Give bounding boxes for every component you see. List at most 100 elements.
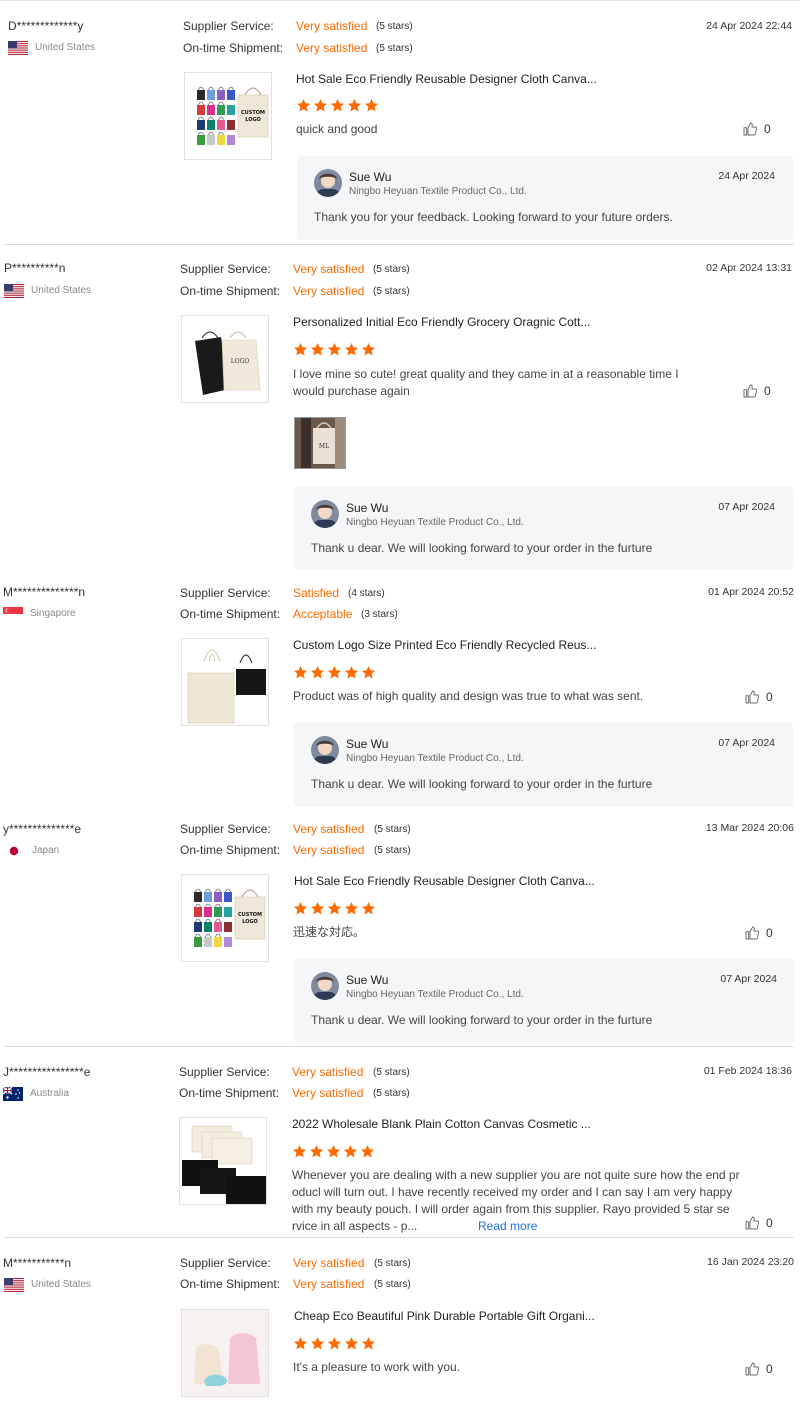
star-icon xyxy=(310,342,325,357)
product-title[interactable]: Custom Logo Size Printed Eco Friendly Re… xyxy=(293,638,596,652)
on-time-shipment-stars: (5 stars) xyxy=(374,845,411,856)
supplier-reply: Sue Wu Ningbo Heyuan Textile Product Co.… xyxy=(294,723,793,807)
thumbs-up-icon xyxy=(742,383,758,399)
star-icon xyxy=(364,98,379,113)
review-card: M***********n United States Supplier Ser… xyxy=(0,1238,800,1403)
star-icon xyxy=(347,98,362,113)
supplier-service-label: Supplier Service: xyxy=(183,19,274,33)
reply-company: Ningbo Heyuan Textile Product Co., Ltd. xyxy=(346,989,524,1000)
star-icon xyxy=(327,665,342,680)
star-icon xyxy=(326,1144,341,1159)
reply-author: Sue Wu xyxy=(349,170,392,184)
product-title[interactable]: Personalized Initial Eco Friendly Grocer… xyxy=(293,315,590,329)
star-icon xyxy=(361,342,376,357)
review-card: y**************e Japan Supplier Service:… xyxy=(0,810,800,1047)
comment-line: would purchase again xyxy=(293,384,410,398)
star-icon xyxy=(344,1336,359,1351)
review-date: 16 Jan 2024 23:20 xyxy=(707,1256,794,1268)
product-thumbnail[interactable] xyxy=(179,1117,267,1205)
star-icon xyxy=(310,901,325,916)
review-comment: I love mine so cute! great quality and t… xyxy=(293,366,713,400)
supplier-reply: Sue Wu Ningbo Heyuan Textile Product Co.… xyxy=(294,487,793,569)
supplier-reply: Sue Wu Ningbo Heyuan Textile Product Co.… xyxy=(294,959,795,1043)
star-icon xyxy=(344,342,359,357)
supplier-service-label: Supplier Service: xyxy=(179,1065,270,1079)
rating-stars xyxy=(293,1336,376,1351)
review-date: 02 Apr 2024 13:31 xyxy=(706,262,792,274)
thumbs-up-icon xyxy=(744,689,760,705)
supplier-service-label: Supplier Service: xyxy=(180,822,271,836)
review-card: J****************e Australia Supplier Se… xyxy=(0,1047,800,1238)
reviewer-country: Japan xyxy=(32,845,60,856)
star-icon xyxy=(361,1336,376,1351)
reviewer-country: Singapore xyxy=(30,608,76,619)
reviewer-country: United States xyxy=(31,285,92,296)
reply-company: Ningbo Heyuan Textile Product Co., Ltd. xyxy=(349,186,527,197)
supplier-service-stars: (5 stars) xyxy=(373,264,410,275)
rating-stars xyxy=(296,98,379,113)
product-thumbnail[interactable] xyxy=(181,638,269,726)
reply-date: 07 Apr 2024 xyxy=(718,737,775,749)
reviewer-country: Australia xyxy=(30,1088,69,1099)
review-photo[interactable] xyxy=(294,417,346,469)
like-button[interactable]: 0 xyxy=(744,1361,773,1377)
rating-stars xyxy=(293,901,376,916)
rating-stars xyxy=(293,665,376,680)
reviewer-name: J****************e xyxy=(3,1065,91,1079)
on-time-shipment-label: On-time Shipment: xyxy=(180,1277,281,1291)
product-thumbnail[interactable] xyxy=(181,1309,269,1397)
star-icon xyxy=(293,342,308,357)
star-icon xyxy=(344,665,359,680)
supplier-service-value: Very satisfied xyxy=(293,1256,365,1270)
reviewer-name: D*************y xyxy=(8,19,84,33)
supplier-service-label: Supplier Service: xyxy=(180,1256,271,1270)
comment-line: oducl will turn out. I have recently rec… xyxy=(292,1185,733,1199)
star-icon xyxy=(343,1144,358,1159)
on-time-shipment-stars: (3 stars) xyxy=(361,609,398,620)
avatar xyxy=(311,500,339,528)
star-icon xyxy=(313,98,328,113)
review-comment: Product was of high quality and design w… xyxy=(293,689,644,703)
like-button[interactable]: 0 xyxy=(744,925,773,941)
like-button[interactable]: 0 xyxy=(742,121,771,137)
product-title[interactable]: 2022 Wholesale Blank Plain Cotton Canvas… xyxy=(292,1117,591,1131)
on-time-shipment-stars: (5 stars) xyxy=(373,286,410,297)
supplier-service-stars: (4 stars) xyxy=(348,588,385,599)
star-icon xyxy=(293,665,308,680)
reply-company: Ningbo Heyuan Textile Product Co., Ltd. xyxy=(346,517,524,528)
reply-date: 07 Apr 2024 xyxy=(718,501,775,513)
product-title[interactable]: Cheap Eco Beautiful Pink Durable Portabl… xyxy=(294,1309,595,1323)
review-date: 24 Apr 2024 22:44 xyxy=(706,20,792,32)
supplier-service-value: Very satisfied xyxy=(296,19,368,33)
like-button[interactable]: 0 xyxy=(742,383,771,399)
comment-line: rvice in all aspects - p... Read more xyxy=(292,1218,742,1235)
star-icon xyxy=(360,1144,375,1159)
comment-line-text: rvice in all aspects - p... xyxy=(292,1219,418,1233)
product-thumbnail[interactable] xyxy=(181,874,269,962)
star-icon xyxy=(344,901,359,916)
rating-stars xyxy=(292,1144,375,1159)
like-button[interactable]: 0 xyxy=(744,689,773,705)
reviewer-country: United States xyxy=(31,1279,92,1290)
comment-line: with my beauty pouch. I will order again… xyxy=(292,1202,730,1216)
supplier-service-stars: (5 stars) xyxy=(373,1067,410,1078)
product-title[interactable]: Hot Sale Eco Friendly Reusable Designer … xyxy=(294,874,595,888)
product-thumbnail[interactable] xyxy=(184,72,272,160)
star-icon xyxy=(310,665,325,680)
read-more-link[interactable]: Read more xyxy=(478,1218,537,1235)
star-icon xyxy=(309,1144,324,1159)
sg-flag-icon xyxy=(3,607,23,621)
product-title[interactable]: Hot Sale Eco Friendly Reusable Designer … xyxy=(296,72,597,86)
au-flag-icon xyxy=(3,1087,23,1101)
reply-date: 24 Apr 2024 xyxy=(718,170,775,182)
review-date: 01 Feb 2024 18:36 xyxy=(703,1065,792,1077)
like-button[interactable]: 0 xyxy=(744,1215,773,1231)
review-date: 01 Apr 2024 20:52 xyxy=(708,586,794,598)
product-thumbnail[interactable] xyxy=(181,315,269,403)
supplier-service-value: Satisfied xyxy=(293,586,340,600)
star-icon xyxy=(310,1336,325,1351)
supplier-service-stars: (5 stars) xyxy=(374,1258,411,1269)
supplier-service-label: Supplier Service: xyxy=(180,262,271,276)
supplier-service-stars: (5 stars) xyxy=(374,824,411,835)
reply-text: Thank u dear. We will looking forward to… xyxy=(311,541,653,555)
